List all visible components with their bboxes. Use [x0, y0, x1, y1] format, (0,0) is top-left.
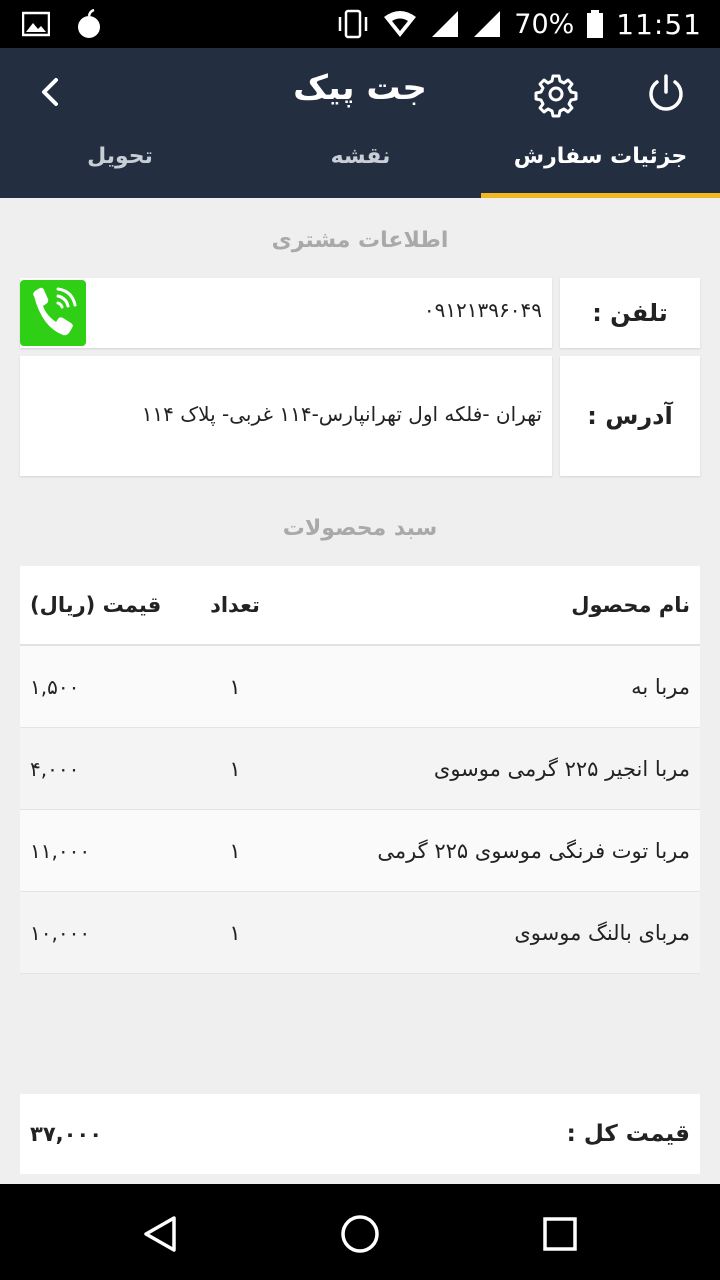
app-toolbar: جت پیک جزئیات سفارش نقشه تحویل	[0, 48, 720, 198]
product-qty: ۱	[229, 756, 241, 781]
product-name: مربای بالنگ موسوی	[514, 920, 690, 945]
table-row: مربای بالنگ موسوی ۱ ۱۰,۰۰۰	[20, 892, 700, 974]
home-circle-icon	[341, 1215, 379, 1253]
app-title: جت پیک	[293, 68, 427, 108]
total-value: ۳۷,۰۰۰	[30, 1122, 103, 1146]
address-value: تهران -فلکه اول تهرانپارس-۱۱۴ غربی- پلاک…	[141, 402, 542, 426]
phone-call-icon	[33, 287, 77, 336]
status-bar: 70% 11:51	[0, 0, 720, 48]
tab-order-details[interactable]: جزئیات سفارش	[481, 132, 720, 198]
power-button[interactable]	[642, 70, 690, 118]
product-price: ۱۰,۰۰۰	[30, 920, 91, 945]
customer-info-title: اطلاعات مشتری	[271, 228, 449, 253]
phone-field: ۰۹۱۲۱۳۹۶۰۴۹	[20, 278, 552, 348]
table-row: مربا توت فرنگی موسوی ۲۲۵ گرمی ۱ ۱۱,۰۰۰	[20, 810, 700, 892]
battery-percent: 70%	[514, 8, 575, 40]
gear-icon	[534, 74, 578, 118]
power-icon	[649, 74, 683, 111]
column-header-qty: تعداد	[210, 593, 260, 617]
basket-title: سبد محصولات	[282, 516, 438, 541]
product-price: ۴,۰۰۰	[30, 756, 80, 781]
product-qty: ۱	[229, 920, 241, 945]
product-qty: ۱	[229, 674, 241, 699]
vibrate-icon	[339, 9, 368, 39]
address-label: آدرس :	[560, 356, 700, 476]
products-table: نام محصول تعداد قیمت (ریال) مربا به ۱ ۱,…	[20, 566, 700, 974]
product-name: مربا به	[631, 674, 690, 699]
image-icon	[22, 11, 50, 37]
battery-icon	[587, 10, 604, 38]
phone-value: ۰۹۱۲۱۳۹۶۰۴۹	[423, 298, 542, 322]
product-name: مربا انجیر ۲۲۵ گرمی موسوی	[433, 756, 690, 781]
column-header-name: نام محصول	[571, 593, 690, 617]
back-button[interactable]	[30, 70, 74, 114]
tab-delivery[interactable]: تحویل	[0, 132, 240, 198]
recents-square-icon	[543, 1217, 577, 1251]
back-triangle-icon	[144, 1216, 176, 1252]
wifi-icon	[384, 11, 417, 37]
settings-button[interactable]	[532, 70, 580, 118]
table-row: مربا به ۱ ۱,۵۰۰	[20, 646, 700, 728]
product-name: مربا توت فرنگی موسوی ۲۲۵ گرمی	[377, 838, 690, 863]
apple-icon	[78, 9, 100, 38]
chevron-left-icon	[42, 78, 58, 106]
total-card: قیمت کل : ۳۷,۰۰۰	[20, 1094, 700, 1174]
clock: 11:51	[616, 7, 702, 41]
table-header: نام محصول تعداد قیمت (ریال)	[20, 566, 700, 646]
product-price: ۱,۵۰۰	[30, 674, 80, 699]
column-header-price: قیمت (ریال)	[30, 593, 162, 617]
address-field: تهران -فلکه اول تهرانپارس-۱۱۴ غربی- پلاک…	[20, 356, 552, 476]
system-nav-bar	[0, 1184, 720, 1280]
call-button[interactable]	[20, 280, 86, 346]
table-row: مربا انجیر ۲۲۵ گرمی موسوی ۱ ۴,۰۰۰	[20, 728, 700, 810]
phone-label: تلفن :	[560, 278, 700, 348]
product-price: ۱۱,۰۰۰	[30, 838, 91, 863]
nav-recents-button[interactable]	[538, 1212, 582, 1256]
nav-home-button[interactable]	[338, 1212, 382, 1256]
signal-icon	[474, 11, 501, 37]
signal-icon	[432, 11, 459, 37]
total-label: قیمت کل :	[566, 1121, 690, 1147]
product-qty: ۱	[229, 838, 241, 863]
tab-map[interactable]: نقشه	[240, 132, 481, 198]
nav-back-button[interactable]	[138, 1212, 182, 1256]
